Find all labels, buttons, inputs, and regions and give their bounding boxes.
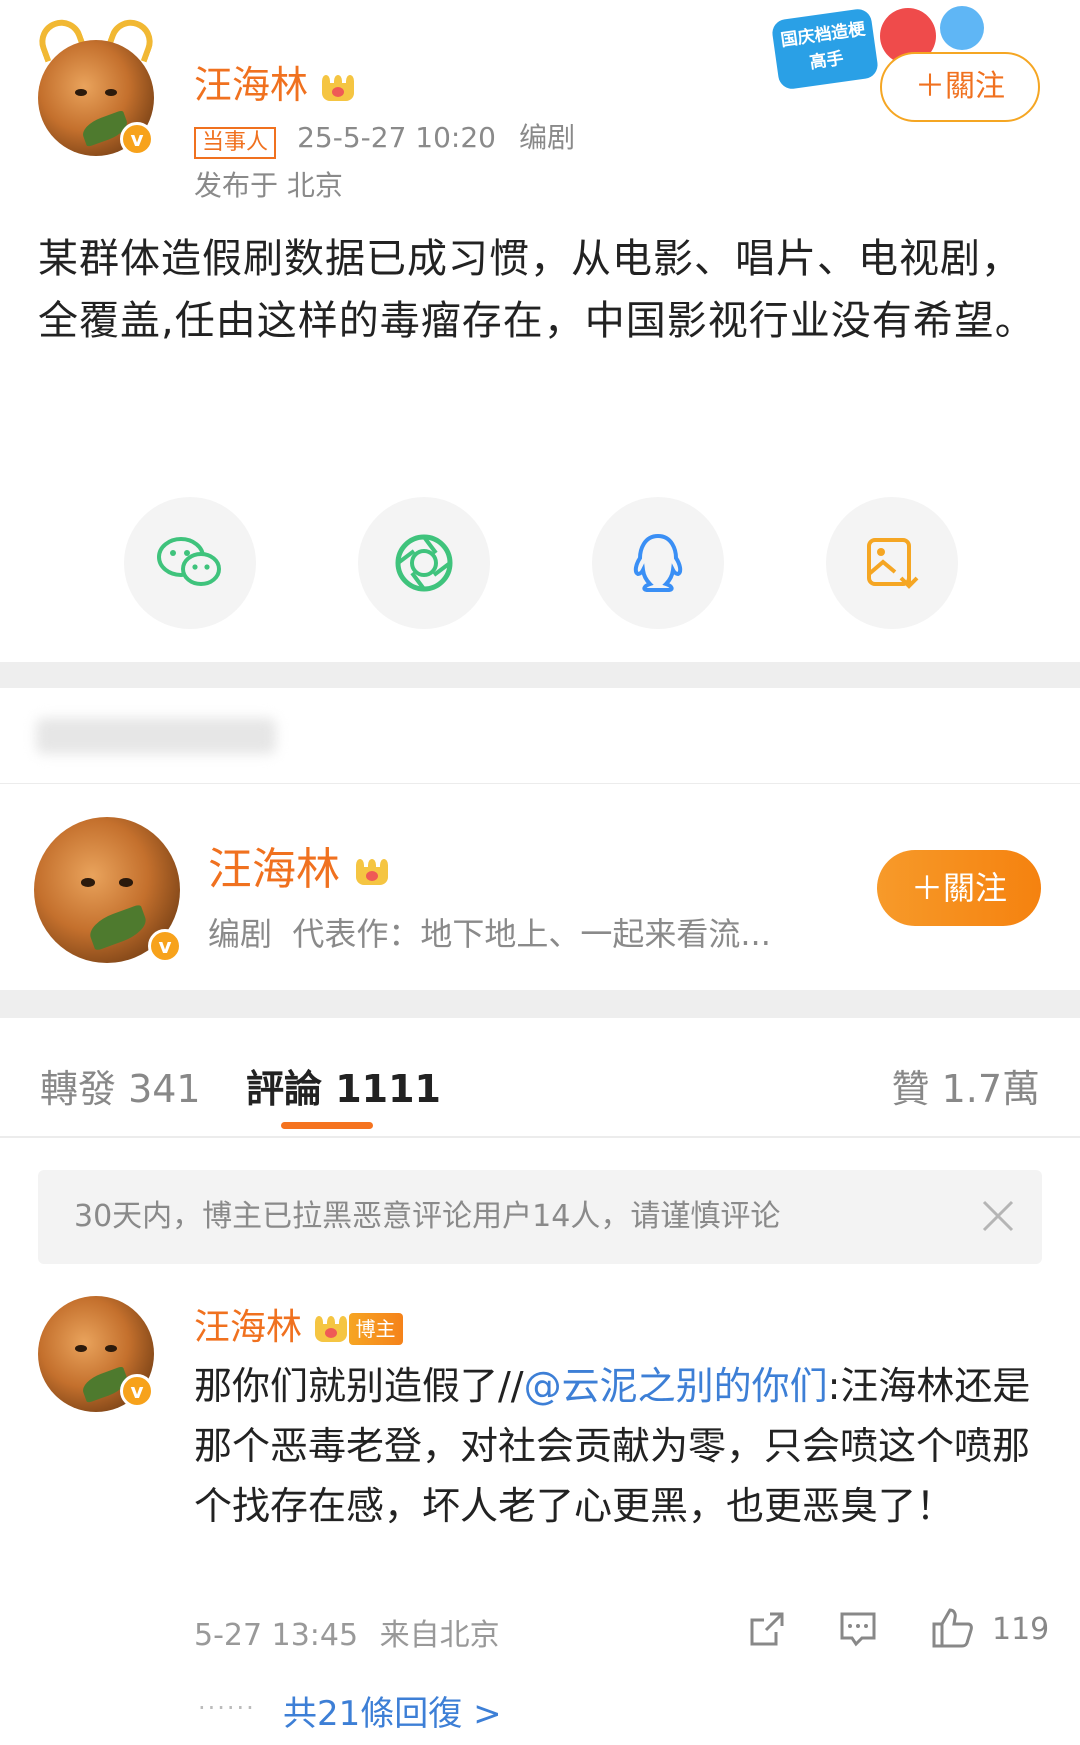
commenter-name[interactable]: 汪海林: [194, 1307, 302, 1348]
post-location: 发布于 北京: [194, 169, 343, 202]
comment-time: 5-27 13:45: [194, 1618, 359, 1653]
tab-repost[interactable]: 轉發 341: [40, 1058, 201, 1113]
author-card-name-row: 汪海林: [208, 833, 390, 897]
event-badge[interactable]: 国庆档造梗高手: [770, 7, 880, 91]
close-icon[interactable]: [980, 1198, 1016, 1234]
comment-notice: 30天内，博主已拉黑恶意评论用户14人，请谨慎评论: [38, 1170, 1042, 1264]
view-replies-link[interactable]: 共21條回復 >: [283, 1686, 502, 1735]
share-moments-button[interactable]: [358, 497, 490, 629]
share-wechat-button[interactable]: [124, 497, 256, 629]
share-qq-button[interactable]: [592, 497, 724, 629]
crown-icon: [320, 73, 356, 103]
notice-text: 30天内，博主已拉黑恶意评论用户14人，请谨慎评论: [74, 1199, 781, 1234]
follow-button[interactable]: ＋關注: [880, 52, 1040, 122]
author-role: 编剧: [519, 121, 576, 154]
author-card-bio: 编剧 代表作：地下地上、一起来看流...: [208, 915, 771, 953]
post-card: v 汪海林 当事人 25-5-27 10:20 编剧 发布于 北京 国庆档造梗高…: [0, 0, 1080, 662]
qq-icon: [633, 533, 683, 592]
balloon-decoration: [940, 6, 984, 50]
commenter-name-row: 汪海林 博主: [194, 1298, 404, 1350]
comment-meta: 5-27 13:45 来自北京: [194, 1610, 500, 1654]
wechat-icon: [157, 537, 221, 586]
author-card-follow-button[interactable]: ＋關注: [877, 850, 1041, 926]
like-count: 119: [992, 1612, 1050, 1647]
interaction-tabs: 轉發 341 評論 1111 贊 1.7萬: [0, 1018, 1080, 1138]
post-time: 25-5-27 10:20: [297, 121, 496, 154]
author-name-row: 汪海林: [194, 54, 356, 109]
blurred-row: [0, 688, 1080, 784]
party-tag: 当事人: [194, 126, 277, 159]
crown-icon: [354, 857, 390, 887]
post-body: 某群体造假刷数据已成习惯，从电影、唱片、电视剧，全覆盖,任由这样的毒瘤存在，中国…: [38, 236, 1036, 344]
blogger-badge: 博主: [349, 1313, 404, 1345]
moments-icon: [395, 534, 453, 592]
crown-icon: [313, 1314, 349, 1344]
author-name[interactable]: 汪海林: [194, 63, 308, 107]
reply-icon[interactable]: [838, 1610, 878, 1648]
verified-badge-icon: v: [120, 122, 154, 156]
author-card-name[interactable]: 汪海林: [208, 844, 340, 895]
save-image-icon: [867, 538, 919, 589]
comment-text-before: 那你们就别造假了//: [194, 1364, 524, 1408]
section-divider: [0, 990, 1080, 1018]
comment-body: 那你们就别造假了//@云泥之别的你们:汪海林还是那个恶毒老登，对社会贡献为零，只…: [194, 1356, 1054, 1536]
share-icon[interactable]: [748, 1610, 786, 1648]
mention-link[interactable]: @云泥之别的你们: [524, 1364, 828, 1408]
verified-badge-icon: v: [120, 1374, 154, 1408]
comment-source: 来自北京: [379, 1618, 500, 1653]
post-meta-row: 当事人 25-5-27 10:20 编剧: [194, 116, 575, 159]
active-tab-indicator: [281, 1122, 373, 1129]
save-image-button[interactable]: [826, 497, 958, 629]
verified-badge-icon: v: [148, 929, 182, 963]
like-icon[interactable]: [930, 1606, 974, 1648]
section-divider: [0, 662, 1080, 688]
blurred-text: [36, 718, 276, 754]
tab-comment[interactable]: 評論 1111: [246, 1058, 441, 1113]
reply-dots: ······: [198, 1694, 256, 1722]
tab-like[interactable]: 贊 1.7萬: [891, 1058, 1040, 1113]
